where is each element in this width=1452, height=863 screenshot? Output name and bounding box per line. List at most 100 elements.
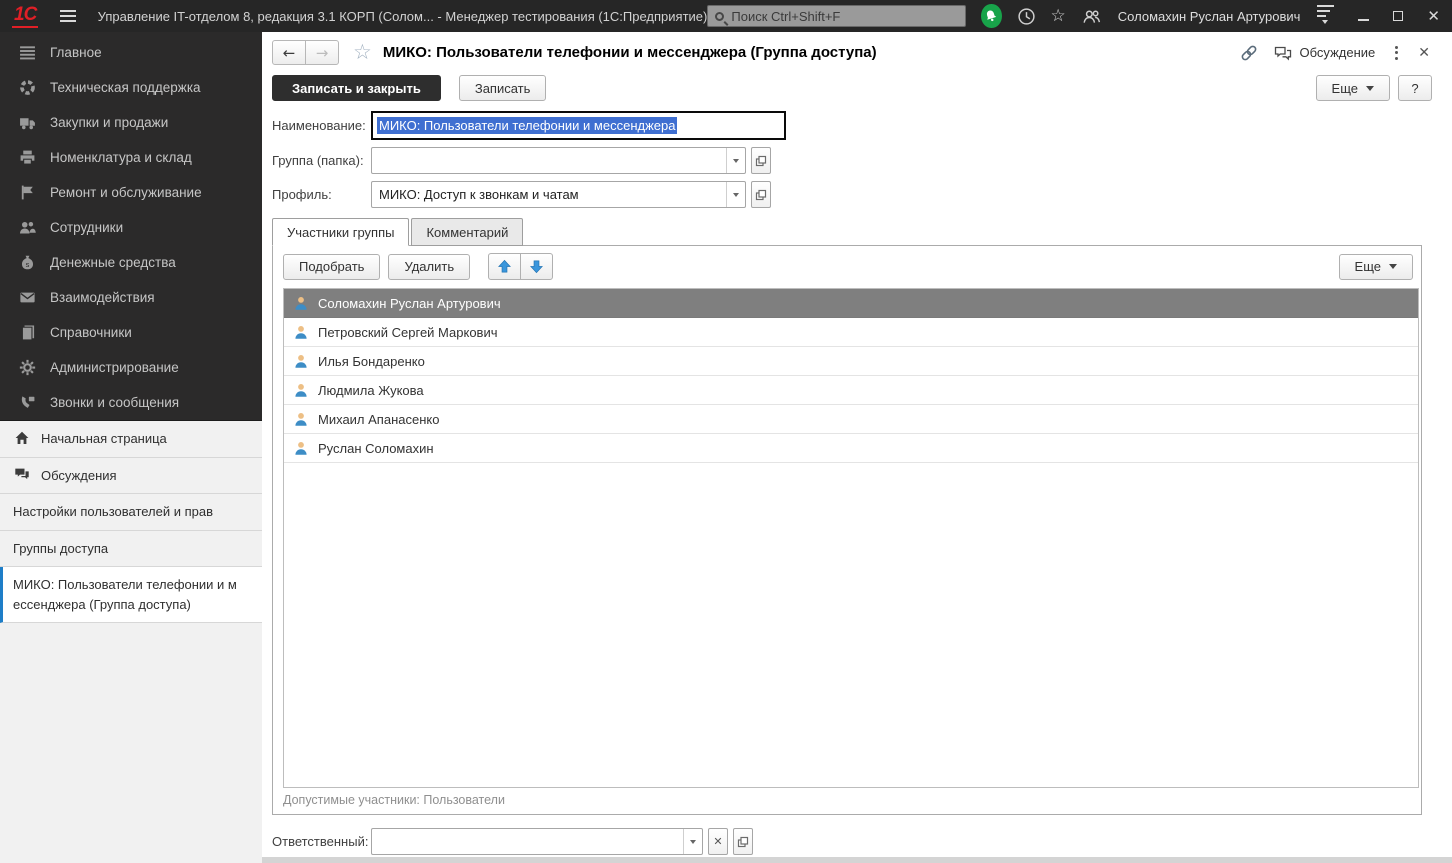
truck-icon [18, 114, 36, 131]
responsible-input[interactable] [371, 828, 703, 855]
person-icon [293, 353, 309, 369]
profile-open-button[interactable] [751, 181, 771, 208]
tab-comment[interactable]: Комментарий [411, 218, 523, 246]
name-input-selected-text: МИКО: Пользователи телефонии и мессендже… [377, 117, 677, 134]
get-link-icon[interactable] [1240, 44, 1258, 62]
lifebuoy-icon [18, 79, 36, 96]
global-search-input[interactable]: Поиск Ctrl+Shift+F [707, 5, 966, 27]
responsible-dropdown-button[interactable] [683, 829, 702, 854]
move-up-button[interactable] [488, 253, 521, 280]
main-menu-icon[interactable] [60, 10, 75, 22]
discussion-icon[interactable] [1274, 45, 1292, 61]
group-dropdown-button[interactable] [726, 148, 745, 173]
person-icon [293, 324, 309, 340]
name-field-label: Наименование: [272, 118, 371, 133]
open-icon [755, 189, 767, 201]
titlebar: 1С Управление IT-отделом 8, редакция 3.1… [0, 0, 1452, 32]
sidebar-section-item[interactable]: Взаимодействия [0, 280, 262, 315]
remove-member-button[interactable]: Удалить [388, 254, 470, 280]
responsible-clear-button[interactable]: ✕ [708, 828, 728, 855]
window-close-button[interactable]: ✕ [1427, 9, 1440, 24]
member-row[interactable]: Михаил Апанасенко [284, 405, 1418, 434]
users-icon [1081, 7, 1101, 26]
member-row[interactable]: Руслан Соломахин [284, 434, 1418, 463]
nav-back-button[interactable]: ← [272, 40, 306, 65]
flag-icon [18, 184, 36, 201]
person-icon [293, 382, 309, 398]
maximize-button[interactable] [1393, 11, 1403, 21]
responsible-open-button[interactable] [733, 828, 753, 855]
sidebar-section-item[interactable]: Закупки и продажи [0, 105, 262, 140]
members-panel: Подобрать Удалить [272, 245, 1422, 815]
responsible-field-label: Ответственный: [272, 834, 371, 849]
notifications-button[interactable] [981, 4, 1002, 28]
form-close-icon[interactable]: ✕ [1418, 44, 1430, 61]
more-menu-icon[interactable] [1391, 44, 1402, 62]
1c-logo: 1С [12, 5, 38, 28]
member-row[interactable]: Илья Бондаренко [284, 347, 1418, 376]
favorites-button[interactable]: ☆ [1051, 6, 1066, 26]
members-more-button[interactable]: Еще [1339, 254, 1413, 280]
members-toolbar: Подобрать Удалить [273, 246, 1421, 287]
member-row[interactable]: Петровский Сергей Маркович [284, 318, 1418, 347]
menu-lines-icon [18, 44, 36, 61]
profile-input-value: МИКО: Доступ к звонкам и чатам [372, 182, 726, 207]
form-more-button[interactable]: Еще [1316, 75, 1390, 101]
sidebar-page-item[interactable]: Группы доступа [0, 531, 262, 568]
help-button[interactable]: ? [1398, 75, 1432, 101]
move-down-button[interactable] [520, 253, 553, 280]
money-bag-icon: s [18, 254, 36, 271]
profile-field-label: Профиль: [272, 187, 371, 202]
responsible-input-value [372, 829, 683, 854]
group-input[interactable] [371, 147, 746, 174]
profile-input[interactable]: МИКО: Доступ к звонкам и чатам [371, 181, 746, 208]
sidebar-page-item[interactable]: Настройки пользователей и прав [0, 494, 262, 531]
arrow-up-icon [497, 259, 512, 274]
sidebar-page-item[interactable]: Обсуждения [0, 458, 262, 495]
save-and-close-button[interactable]: Записать и закрыть [272, 75, 441, 101]
history-button[interactable] [1017, 7, 1036, 26]
members-list: Соломахин Руслан Артурович Петровский Се… [283, 288, 1419, 788]
svg-text:s: s [25, 260, 29, 269]
form-area: ← → ☆ МИКО: Пользователи телефонии и мес… [262, 32, 1452, 863]
sidebar-section-item[interactable]: Сотрудники [0, 210, 262, 245]
allowed-members-note: Допустимые участники: Пользователи [273, 788, 1421, 814]
open-icon [755, 155, 767, 167]
sidebar-section-item[interactable]: Администрирование [0, 350, 262, 385]
sidebar-section-item[interactable]: Техническая поддержка [0, 70, 262, 105]
sidebar-section-item[interactable]: Справочники [0, 315, 262, 350]
profile-dropdown-button[interactable] [726, 182, 745, 207]
mail-icon [18, 289, 36, 306]
minimize-button[interactable] [1358, 11, 1369, 21]
dropdown-caret-icon [1366, 86, 1374, 95]
group-field-label: Группа (папка): [272, 153, 371, 168]
sidebar-section-item[interactable]: Главное [0, 35, 262, 70]
pick-members-button[interactable]: Подобрать [283, 254, 380, 280]
save-button[interactable]: Записать [459, 75, 547, 101]
window-controls: ✕ [1358, 9, 1440, 24]
arrow-down-icon [529, 259, 544, 274]
name-input[interactable]: МИКО: Пользователи телефонии и мессендже… [371, 111, 786, 140]
app-body: Главное Техническая поддержка Закупки и … [0, 32, 1452, 863]
discussion-label[interactable]: Обсуждение [1300, 45, 1376, 60]
sidebar-section-item[interactable]: Ремонт и обслуживание [0, 175, 262, 210]
service-menu-icon[interactable] [1317, 5, 1334, 27]
users-button[interactable] [1081, 7, 1101, 26]
sidebar-section-item[interactable]: Звонки и сообщения [0, 385, 262, 420]
nav-forward-button[interactable]: → [305, 40, 339, 65]
member-row[interactable]: Людмила Жукова [284, 376, 1418, 405]
group-open-button[interactable] [751, 147, 771, 174]
window-status-strip [262, 857, 1452, 863]
sidebar-page-item[interactable]: Начальная страница [0, 421, 262, 458]
sidebar-section-item[interactable]: Номенклатура и склад [0, 140, 262, 175]
sidebar-section-item[interactable]: s Денежные средства [0, 245, 262, 280]
add-to-favorites-icon[interactable]: ☆ [353, 42, 372, 63]
sidebar-page-item[interactable]: МИКО: Пользователи телефонии и мессендже… [0, 567, 262, 623]
window-title: Управление IT-отделом 8, редакция 3.1 КО… [98, 9, 708, 24]
gear-icon [18, 359, 36, 376]
page-title: МИКО: Пользователи телефонии и мессендже… [383, 44, 877, 61]
chat-icon [13, 466, 31, 483]
member-row[interactable]: Соломахин Руслан Артурович [284, 289, 1418, 318]
person-icon [293, 440, 309, 456]
tab-group-members[interactable]: Участники группы [272, 218, 409, 246]
